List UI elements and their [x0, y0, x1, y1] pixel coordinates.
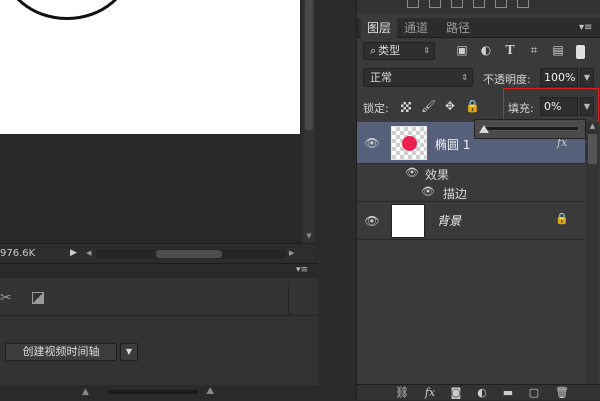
updown-arrow-icon: ⇕: [461, 73, 468, 82]
filter-kind-label: 类型: [378, 44, 401, 57]
document-canvas-area[interactable]: [0, 0, 302, 243]
search-icon: ⌕: [370, 44, 377, 57]
fx-icon[interactable]: fx: [423, 386, 437, 399]
transition-icon[interactable]: [32, 292, 44, 304]
blend-opacity-row: 正常 ⇕ 不透明度: 100% ▼: [363, 68, 595, 90]
zoom-in-icon[interactable]: ⛰: [206, 386, 214, 397]
panel-gap: [318, 0, 356, 400]
eye-visibility-icon[interactable]: 👁: [357, 214, 387, 228]
tool-preset-icon[interactable]: [473, 0, 485, 8]
layers-scrollbar[interactable]: ▲: [586, 122, 599, 384]
shape-layer-filter-icon[interactable]: ⌗: [527, 43, 541, 58]
panel-menu-icon[interactable]: ▾≡: [296, 265, 308, 275]
status-bar: 976.6K ▶ ◀ ▶: [0, 243, 315, 263]
scroll-down-arrow-icon[interactable]: ▼: [305, 232, 313, 240]
layers-list: 👁 椭圆 1 fx 👁 效果 👁 描边 👁 背景 🔒: [357, 122, 585, 362]
layer-effects-row[interactable]: 👁 效果: [357, 164, 585, 183]
timeline-zoom-slider[interactable]: [108, 390, 198, 394]
layers-scroll-thumb[interactable]: [588, 134, 597, 164]
timeline-type-dropdown[interactable]: ▼: [120, 343, 138, 361]
zoom-out-icon[interactable]: ▲: [82, 387, 89, 397]
tab-channels[interactable]: 通道: [398, 18, 434, 38]
layer-filter-row: ⌕ 类型 ⇕ ▣ ◐ T ⌗ ▤: [363, 42, 595, 62]
scissors-icon[interactable]: ✂: [0, 290, 12, 306]
lock-all-icon[interactable]: 🔒: [465, 99, 480, 113]
smart-object-filter-icon[interactable]: ▤: [551, 43, 565, 57]
fill-slider-thumb[interactable]: [479, 125, 489, 133]
effects-label: 效果: [425, 168, 450, 182]
eye-visibility-icon[interactable]: 👁: [421, 185, 435, 198]
canvas-horizontal-scrollbar[interactable]: [96, 249, 286, 259]
ellipse-thumbnail-shape: [402, 136, 417, 151]
lock-position-move-icon[interactable]: ✥: [443, 99, 457, 113]
new-layer-icon[interactable]: ▢: [527, 386, 541, 399]
add-mask-icon[interactable]: ◙: [449, 386, 463, 399]
layers-footer-toolbar: ⛓ fx ◙ ◐ ▬ ▢ 🗑: [357, 384, 600, 400]
tool-preset-icon[interactable]: [429, 0, 441, 8]
lock-label: 锁定:: [363, 102, 389, 115]
tool-preset-icon[interactable]: [451, 0, 463, 8]
panel-top-strip: [357, 0, 600, 14]
layer-effect-stroke-row[interactable]: 👁 描边: [357, 183, 585, 202]
panel-tabs: 图层 通道 路径 ▾≡: [357, 18, 600, 38]
lock-paint-brush-icon[interactable]: 🖌: [421, 99, 436, 113]
eye-visibility-icon[interactable]: 👁: [357, 136, 387, 150]
filter-toggle-switch[interactable]: [576, 45, 585, 59]
opacity-input[interactable]: 100%: [540, 68, 578, 87]
updown-arrow-icon: ⇕: [423, 46, 430, 55]
scroll-up-arrow-icon[interactable]: ▲: [586, 122, 599, 132]
adjustment-layer-icon[interactable]: ◐: [475, 386, 489, 399]
tool-preset-icon[interactable]: [407, 0, 419, 8]
status-menu-arrow-icon[interactable]: ▶: [70, 248, 77, 258]
layer-thumbnail[interactable]: [391, 204, 425, 238]
lock-transparency-icon[interactable]: [401, 102, 411, 112]
opacity-label: 不透明度:: [483, 73, 531, 86]
fill-slider-popup[interactable]: [474, 119, 586, 139]
document-canvas[interactable]: [0, 0, 300, 134]
create-video-timeline-button[interactable]: 创建视频时间轴: [5, 343, 117, 361]
link-layers-icon[interactable]: ⛓: [395, 386, 409, 399]
timeline-panel-header: ▾≡: [0, 264, 318, 278]
layer-thumbnail[interactable]: [391, 126, 427, 160]
canvas-vertical-scroll-thumb[interactable]: [305, 0, 313, 130]
eye-visibility-icon[interactable]: 👁: [405, 166, 419, 179]
opacity-dropdown-button[interactable]: ▼: [580, 68, 594, 87]
new-group-folder-icon[interactable]: ▬: [501, 386, 515, 399]
layer-kind-filter-select[interactable]: ⌕ 类型 ⇕: [363, 42, 435, 60]
blend-mode-select[interactable]: 正常 ⇕: [363, 68, 473, 87]
layer-row-background[interactable]: 👁 背景 🔒: [357, 202, 585, 240]
image-layer-filter-icon[interactable]: ▣: [455, 43, 469, 57]
timeline-panel: ▾≡ ✂ 创建视频时间轴 ▼ ▲ ⛰: [0, 263, 318, 401]
tab-layers[interactable]: 图层: [361, 18, 398, 38]
document-size: 976.6K: [0, 248, 36, 259]
type-layer-filter-icon[interactable]: T: [503, 43, 517, 57]
canvas-vertical-scrollbar[interactable]: ▼: [303, 0, 315, 243]
tab-paths[interactable]: 路径: [440, 18, 476, 38]
timeline-toolbar: ✂: [0, 282, 318, 316]
timeline-zoom-bar: ▲ ⛰: [0, 385, 318, 401]
fill-slider-track[interactable]: [483, 126, 579, 131]
scroll-left-arrow-icon[interactable]: ◀: [86, 249, 91, 257]
layer-name[interactable]: 椭圆 1: [435, 136, 470, 153]
adjustment-layer-filter-icon[interactable]: ◐: [479, 43, 493, 57]
tool-preset-icon[interactable]: [517, 0, 529, 8]
canvas-ellipse-shape: [2, 0, 132, 20]
trash-icon[interactable]: 🗑: [555, 386, 569, 399]
lock-icon[interactable]: 🔒: [555, 212, 569, 225]
layers-panel: 图层 通道 路径 ▾≡ ⌕ 类型 ⇕ ▣ ◐ T ⌗ ▤ 正常 ⇕ 不透明度: 1…: [356, 0, 600, 400]
scroll-right-arrow-icon[interactable]: ▶: [289, 249, 294, 257]
blend-mode-value: 正常: [370, 71, 392, 84]
toolbar-divider: [288, 282, 289, 316]
stroke-effect-label: 描边: [443, 187, 468, 201]
layer-name[interactable]: 背景: [437, 212, 461, 229]
tool-preset-icon[interactable]: [495, 0, 507, 8]
panel-menu-icon[interactable]: ▾≡: [579, 22, 592, 33]
canvas-horizontal-scroll-thumb[interactable]: [156, 250, 222, 258]
